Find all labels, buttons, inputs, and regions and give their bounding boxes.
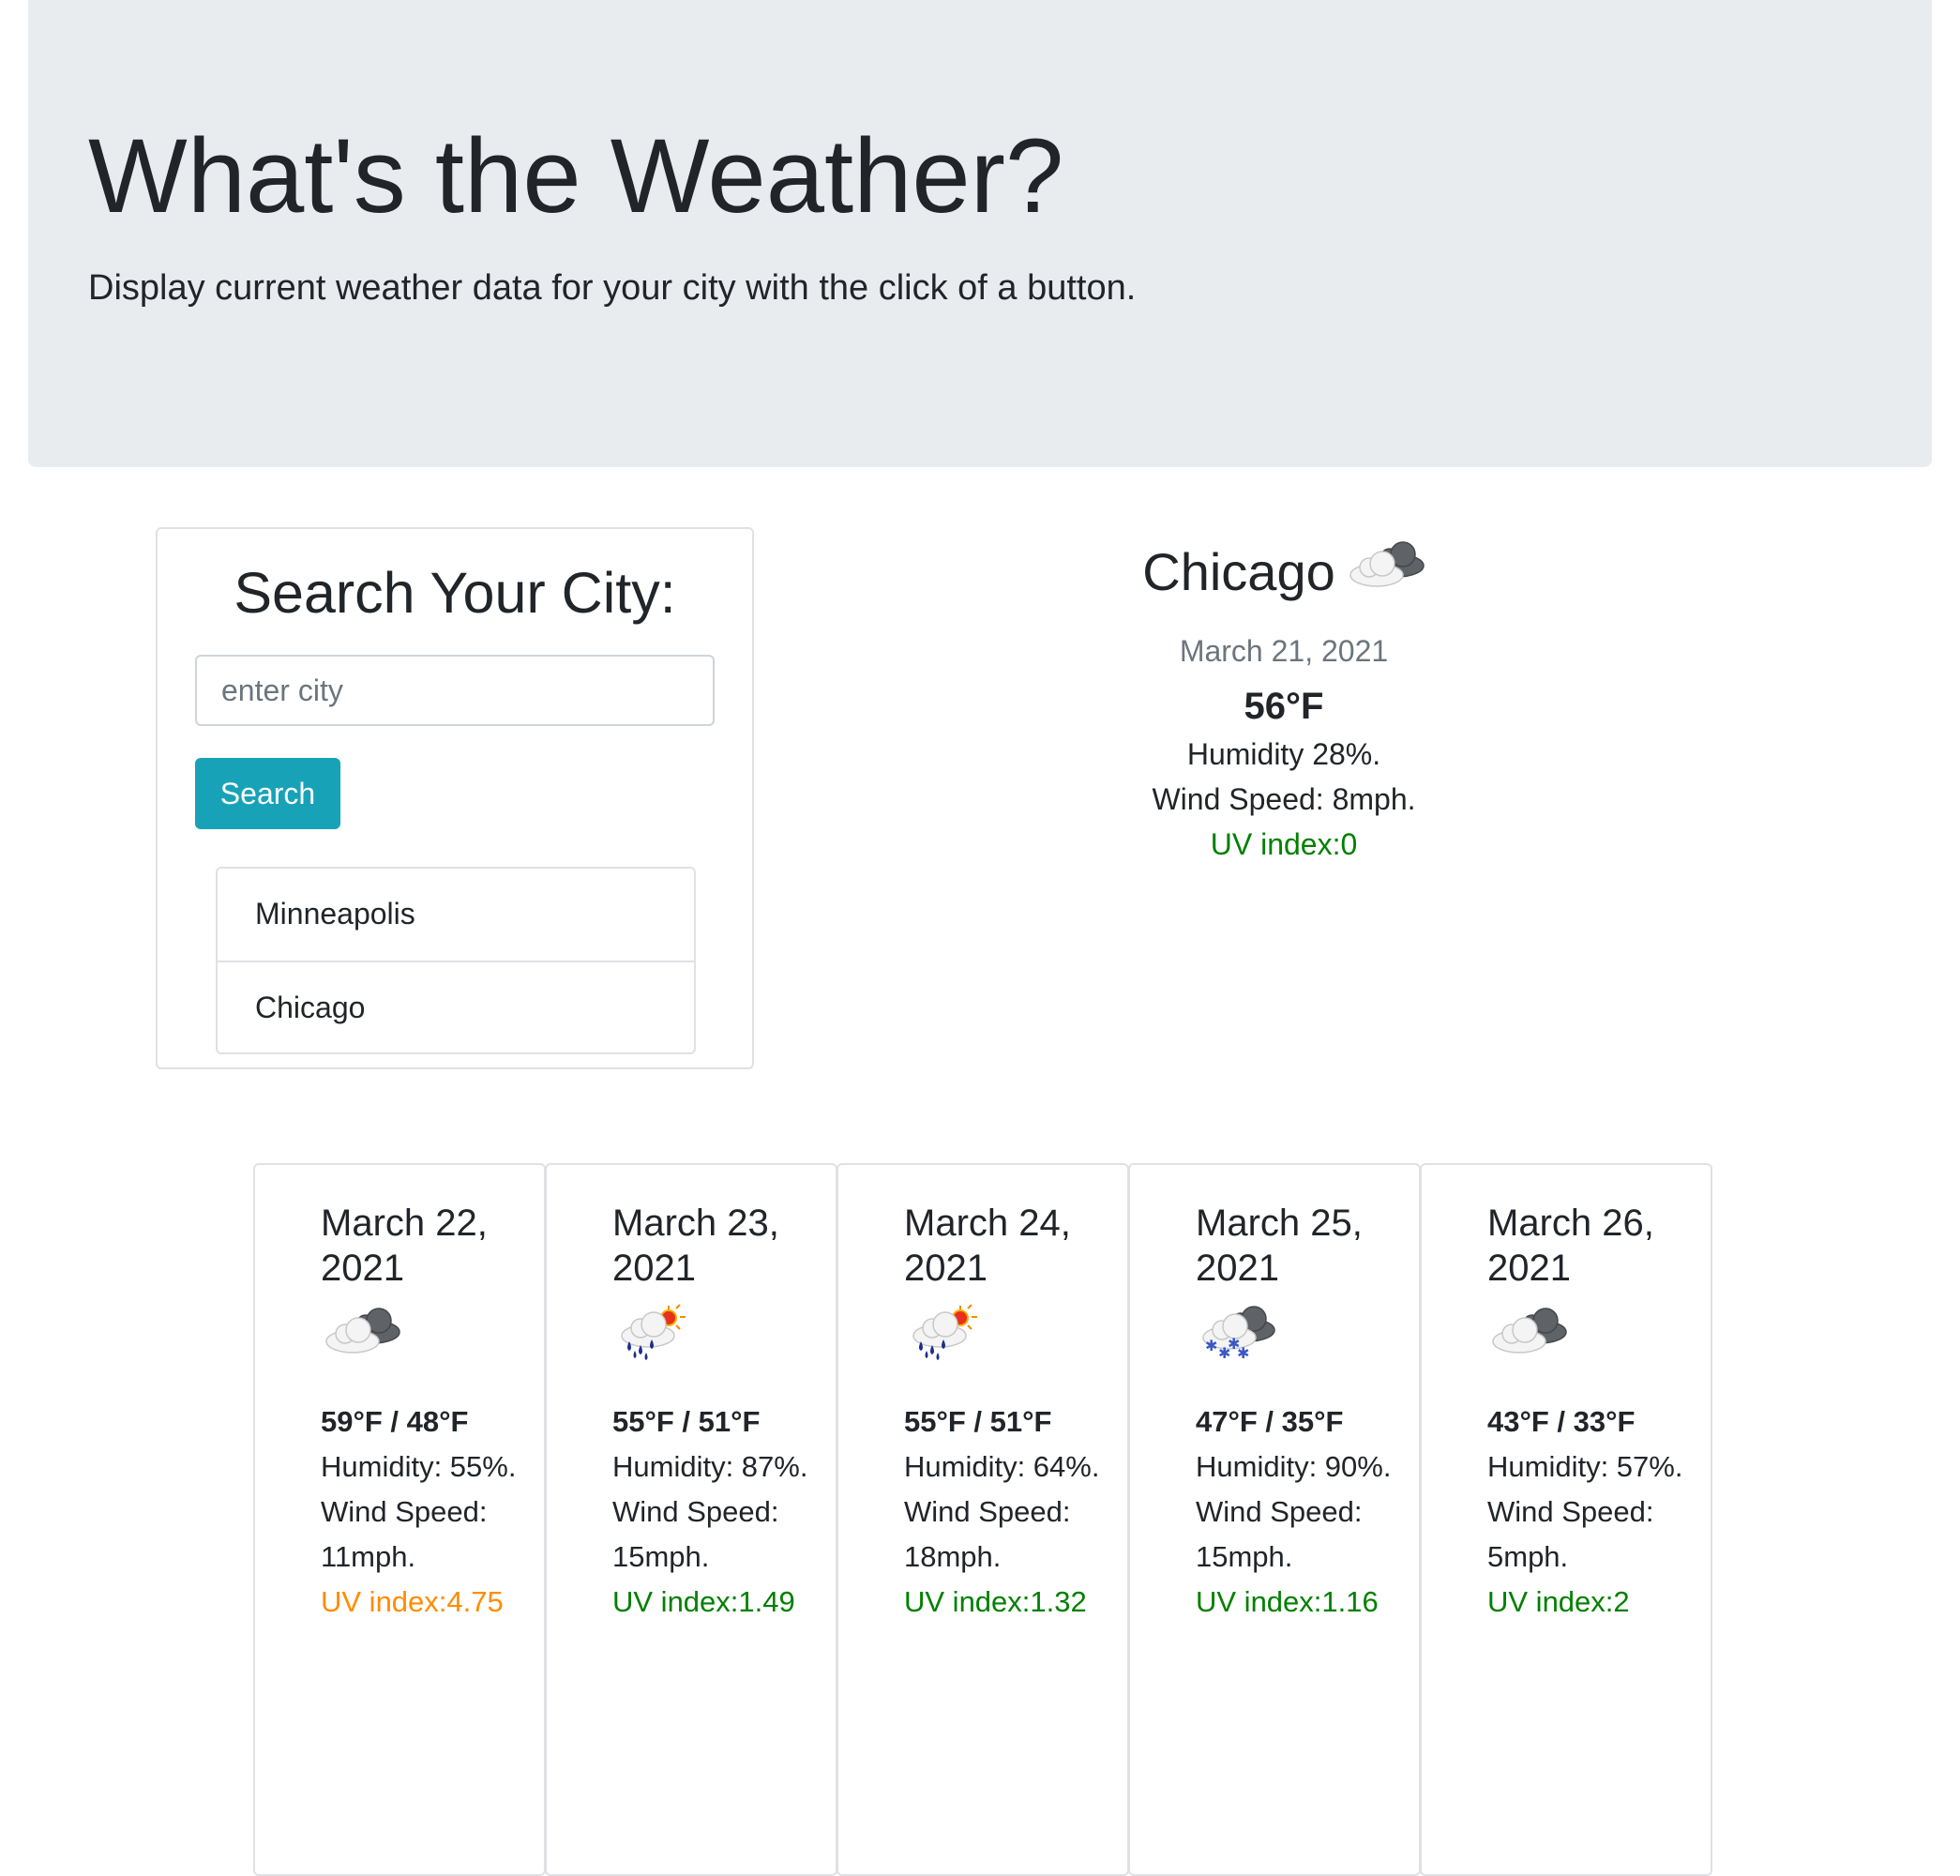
page-title: What's the Weather? xyxy=(88,117,1064,234)
forecast-date: March 24, 2021 xyxy=(904,1203,1071,1289)
forecast-card: March 25, 2021 ✱ ✱ ✱ ✱ 47°F / 35°F Humidit… xyxy=(1128,1163,1421,1876)
search-card: Search Your City: Search Minneapolis Chi… xyxy=(156,527,754,1069)
forecast-card: March 23, 2021 55°F / 51°F Humidity: 87%… xyxy=(545,1163,837,1876)
current-wind-speed: Wind Speed: 8mph. xyxy=(1152,782,1416,816)
forecast-temperature: 59°F / 48°F xyxy=(321,1405,469,1438)
forecast-card: March 22, 2021 59°F / 48°F Humidity: 55%… xyxy=(253,1163,546,1876)
forecast-uv-index: UV index:1.16 xyxy=(1196,1585,1379,1618)
current-city-name: Chicago xyxy=(1142,542,1335,601)
forecast-temperature: 47°F / 35°F xyxy=(1196,1405,1344,1438)
rain-sun-icon xyxy=(904,1304,1110,1379)
forecast-humidity: Humidity: 64%. xyxy=(904,1450,1100,1483)
forecast-wind-speed: Wind Speed: 5mph. xyxy=(1487,1495,1654,1573)
history-item-chicago[interactable]: Chicago xyxy=(218,961,694,1052)
current-humidity: Humidity 28%. xyxy=(1186,737,1381,771)
forecast-uv-index: UV index:2 xyxy=(1487,1585,1630,1618)
forecast-wind-speed: Wind Speed: 18mph. xyxy=(904,1495,1071,1573)
rain-sun-icon xyxy=(612,1304,819,1379)
cloudy-icon xyxy=(321,1304,527,1379)
forecast-date: March 22, 2021 xyxy=(321,1203,488,1289)
svg-text:✱: ✱ xyxy=(1205,1337,1217,1354)
city-search-input[interactable] xyxy=(195,655,715,726)
forecast-wind-speed: Wind Speed: 11mph. xyxy=(321,1495,488,1573)
forecast-uv-index: UV index:1.32 xyxy=(904,1585,1087,1618)
search-card-title: Search Your City: xyxy=(234,561,676,625)
forecast-temperature: 55°F / 51°F xyxy=(904,1405,1052,1438)
forecast-humidity: Humidity: 57%. xyxy=(1487,1450,1683,1483)
forecast-temperature: 55°F / 51°F xyxy=(612,1405,761,1438)
jumbotron-header: What's the Weather? Display current weat… xyxy=(28,0,1932,467)
forecast-card: March 24, 2021 55°F / 51°F Humidity: 64%… xyxy=(837,1163,1129,1876)
forecast-date: March 23, 2021 xyxy=(612,1203,779,1289)
current-temperature: 56°F xyxy=(1244,686,1324,727)
forecast-wind-speed: Wind Speed: 15mph. xyxy=(1196,1495,1363,1573)
forecast-uv-index: UV index:1.49 xyxy=(612,1585,795,1618)
forecast-date: March 25, 2021 xyxy=(1196,1203,1363,1289)
forecast-humidity: Humidity: 55%. xyxy=(321,1450,517,1483)
current-uv-index: UV index:0 xyxy=(1210,827,1358,861)
search-history-list: Minneapolis Chicago xyxy=(216,867,696,1054)
forecast-uv-index: UV index:4.75 xyxy=(321,1585,504,1618)
forecast-date: March 26, 2021 xyxy=(1487,1203,1654,1289)
forecast-card: March 26, 2021 43°F / 33°F Humidity: 57%… xyxy=(1420,1163,1712,1876)
page-subtitle: Display current weather data for your ci… xyxy=(88,268,1137,308)
svg-text:✱: ✱ xyxy=(1237,1344,1249,1362)
forecast-wind-speed: Wind Speed: 15mph. xyxy=(612,1495,779,1573)
snow-icon: ✱ ✱ ✱ ✱ xyxy=(1196,1304,1402,1379)
forecast-humidity: Humidity: 90%. xyxy=(1196,1450,1392,1483)
cloudy-icon xyxy=(1487,1304,1694,1379)
search-button[interactable]: Search xyxy=(195,758,340,829)
forecast-humidity: Humidity: 87%. xyxy=(612,1450,808,1483)
history-item-minneapolis[interactable]: Minneapolis xyxy=(218,869,694,961)
forecast-temperature: 43°F / 33°F xyxy=(1487,1405,1636,1438)
current-date: March 21, 2021 xyxy=(1179,634,1389,668)
partly-cloudy-icon xyxy=(1345,535,1425,610)
current-weather: Chicago March 21, 2021 56°F Humidity 28%… xyxy=(1007,535,1560,867)
current-city-heading: Chicago xyxy=(1007,535,1560,610)
